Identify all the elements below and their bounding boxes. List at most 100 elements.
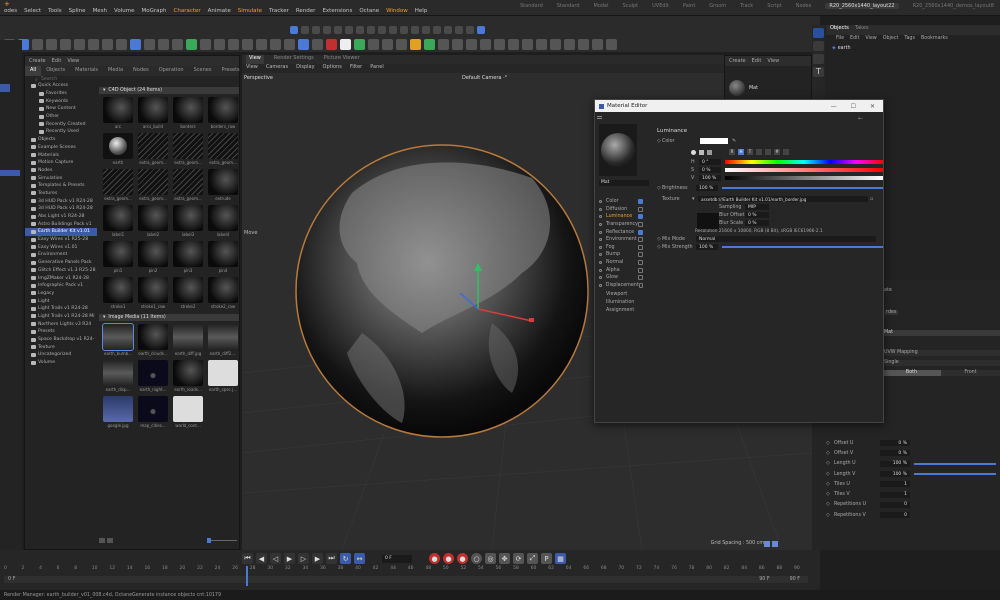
value-field[interactable]: 100 % (699, 175, 721, 181)
objects-menu-item[interactable]: Bookmarks (921, 36, 948, 44)
toolbar-button[interactable] (158, 39, 169, 50)
asset-thumb[interactable]: pin1 (102, 241, 134, 275)
toolbar-button[interactable] (284, 39, 295, 50)
snap-tool-button[interactable] (301, 26, 309, 34)
hue-slider[interactable] (725, 160, 883, 164)
swatches-icon[interactable] (765, 149, 771, 155)
settings-icon[interactable] (783, 149, 789, 155)
image-thumb[interactable]: earth_bumb... (102, 323, 134, 358)
light-icon[interactable] (813, 54, 824, 64)
layout-tab[interactable]: UVEdit (652, 3, 669, 9)
channel-checkbox[interactable] (638, 206, 643, 212)
anim-dot[interactable]: ◇ (826, 513, 834, 518)
toolbar-button[interactable] (298, 39, 309, 50)
toolbar-button[interactable] (214, 39, 225, 50)
channel-checkbox[interactable] (638, 199, 643, 205)
asset-thumb[interactable]: label2 (137, 205, 169, 239)
snap-tool-button[interactable] (433, 26, 441, 34)
thumb-size-slider[interactable] (207, 537, 237, 543)
menu-item[interactable]: odes (4, 8, 17, 14)
objects-menu-item[interactable]: Edit (850, 36, 859, 44)
tree-item[interactable]: New Content (25, 105, 97, 113)
snap-tool-button[interactable] (290, 26, 298, 34)
channel-checkbox[interactable] (638, 214, 643, 220)
objects-tab[interactable]: Objects (830, 25, 849, 35)
toolbar-button[interactable] (536, 39, 547, 50)
channel-item[interactable]: Alpha (599, 266, 645, 274)
mixer-icon[interactable] (756, 149, 762, 155)
viewport-tab[interactable]: View (246, 55, 264, 64)
texture-path-field[interactable]: assetdb:///Earth Builder Kit v1.01/earth… (698, 196, 868, 202)
value-slider[interactable] (725, 176, 883, 180)
sampling-select[interactable]: MIP (745, 204, 769, 210)
saturation-slider[interactable] (725, 168, 883, 172)
image-thumb[interactable]: map_cities... (137, 396, 169, 430)
attr-tag[interactable]: rdes (884, 310, 899, 315)
rotate-key-icon[interactable]: ⟳ (513, 553, 524, 564)
object-mode-icon[interactable] (813, 28, 824, 38)
asset-thumb[interactable]: label1 (102, 205, 134, 239)
channel-checkbox[interactable] (638, 260, 643, 266)
image-section-head[interactable]: ▾ Image Media (11 Items) (99, 314, 239, 321)
asset-thumb[interactable]: arc (102, 97, 134, 131)
tree-item[interactable]: Texture (25, 343, 97, 351)
nav-back-icon[interactable]: ← (858, 115, 863, 122)
attr-value[interactable]: 1 (880, 481, 910, 488)
snap-tool-button[interactable] (466, 26, 474, 34)
material-name-field[interactable]: Mat (599, 180, 649, 186)
toolbar-button[interactable] (200, 39, 211, 50)
hsv-icon[interactable]: H (738, 149, 744, 155)
viewport-menu-item[interactable]: Filter (350, 64, 362, 73)
tree-item[interactable]: Objects (25, 136, 97, 144)
viewport-menu-item[interactable]: Panel (370, 64, 384, 73)
layout-tab[interactable]: Model (594, 3, 609, 9)
anim-dot[interactable]: ◇ (826, 502, 834, 507)
image-thumb[interactable]: earth_diff2.... (207, 324, 239, 358)
eyedropper-icon[interactable]: ✎ (732, 138, 736, 144)
attr-single[interactable]: Single (882, 360, 1000, 366)
toolbar-button[interactable] (102, 39, 113, 50)
range-end[interactable]: 90 F (759, 577, 789, 582)
toolbar-button[interactable] (74, 39, 85, 50)
snap-tool-button[interactable] (367, 26, 375, 34)
range-end-2[interactable]: 90 F (790, 577, 808, 582)
auto-key-icon[interactable]: ● (443, 553, 454, 564)
layout-tab[interactable]: R20_2560x1440_layout22 (825, 3, 899, 9)
asset-thumb[interactable]: extra_geom... (137, 169, 169, 203)
image-thumb[interactable]: earth_roads... (172, 360, 204, 394)
kelvin-icon[interactable]: T (747, 149, 753, 155)
menu-item[interactable]: Octane (359, 8, 379, 14)
loop-icon[interactable]: ↻ (340, 553, 351, 564)
next-frame-icon[interactable]: ▷ (298, 553, 309, 564)
color-wheel-icon[interactable] (691, 149, 696, 155)
snap-tool-button[interactable] (356, 26, 364, 34)
browser-tab[interactable]: Operation (154, 66, 189, 76)
toolbar-button[interactable] (396, 39, 407, 50)
rgb-icon[interactable]: R (729, 149, 735, 155)
mix-mode-select[interactable]: Normal (696, 236, 876, 242)
hue-field[interactable]: 0 ° (699, 159, 721, 165)
toolbar-button[interactable] (508, 39, 519, 50)
menu-item[interactable]: Window (386, 8, 408, 14)
brightness-slider[interactable] (722, 187, 883, 189)
browser-menu-item[interactable]: Edit (52, 58, 62, 64)
attr-value[interactable]: 100 % (880, 471, 910, 478)
layout-tab[interactable]: Nodes (796, 3, 812, 9)
channel-checkbox[interactable] (638, 275, 643, 281)
layout-tab[interactable]: Sculpt (623, 3, 639, 9)
asset-thumb[interactable]: stroke2_raw (207, 277, 239, 311)
c4d-section-head[interactable]: ▾ C4D Object (24 Items) (99, 87, 239, 94)
range-start[interactable]: 0 F (4, 577, 15, 582)
menu-item[interactable]: Character (174, 8, 201, 14)
close-icon[interactable]: ✕ (870, 103, 875, 110)
timeline-ruler[interactable]: 0 2 4 6 8 10 12 14 16 18 20 22 24 26 28 30 32 34 36 38 40 42 4… (4, 566, 808, 574)
tree-item[interactable]: Recently Used (25, 128, 97, 136)
left-strip-selected[interactable] (0, 84, 10, 92)
view-mode-icon[interactable] (99, 537, 105, 543)
channel-item[interactable]: Illumination (599, 299, 645, 307)
image-thumb[interactable]: earth_diff.jpg (172, 324, 204, 358)
snap-tool-button[interactable] (422, 26, 430, 34)
toolbar-button[interactable] (452, 39, 463, 50)
layout-tab[interactable]: Groom (709, 3, 726, 9)
tree-item[interactable]: Light Trails v1 R24-28 (25, 305, 97, 313)
